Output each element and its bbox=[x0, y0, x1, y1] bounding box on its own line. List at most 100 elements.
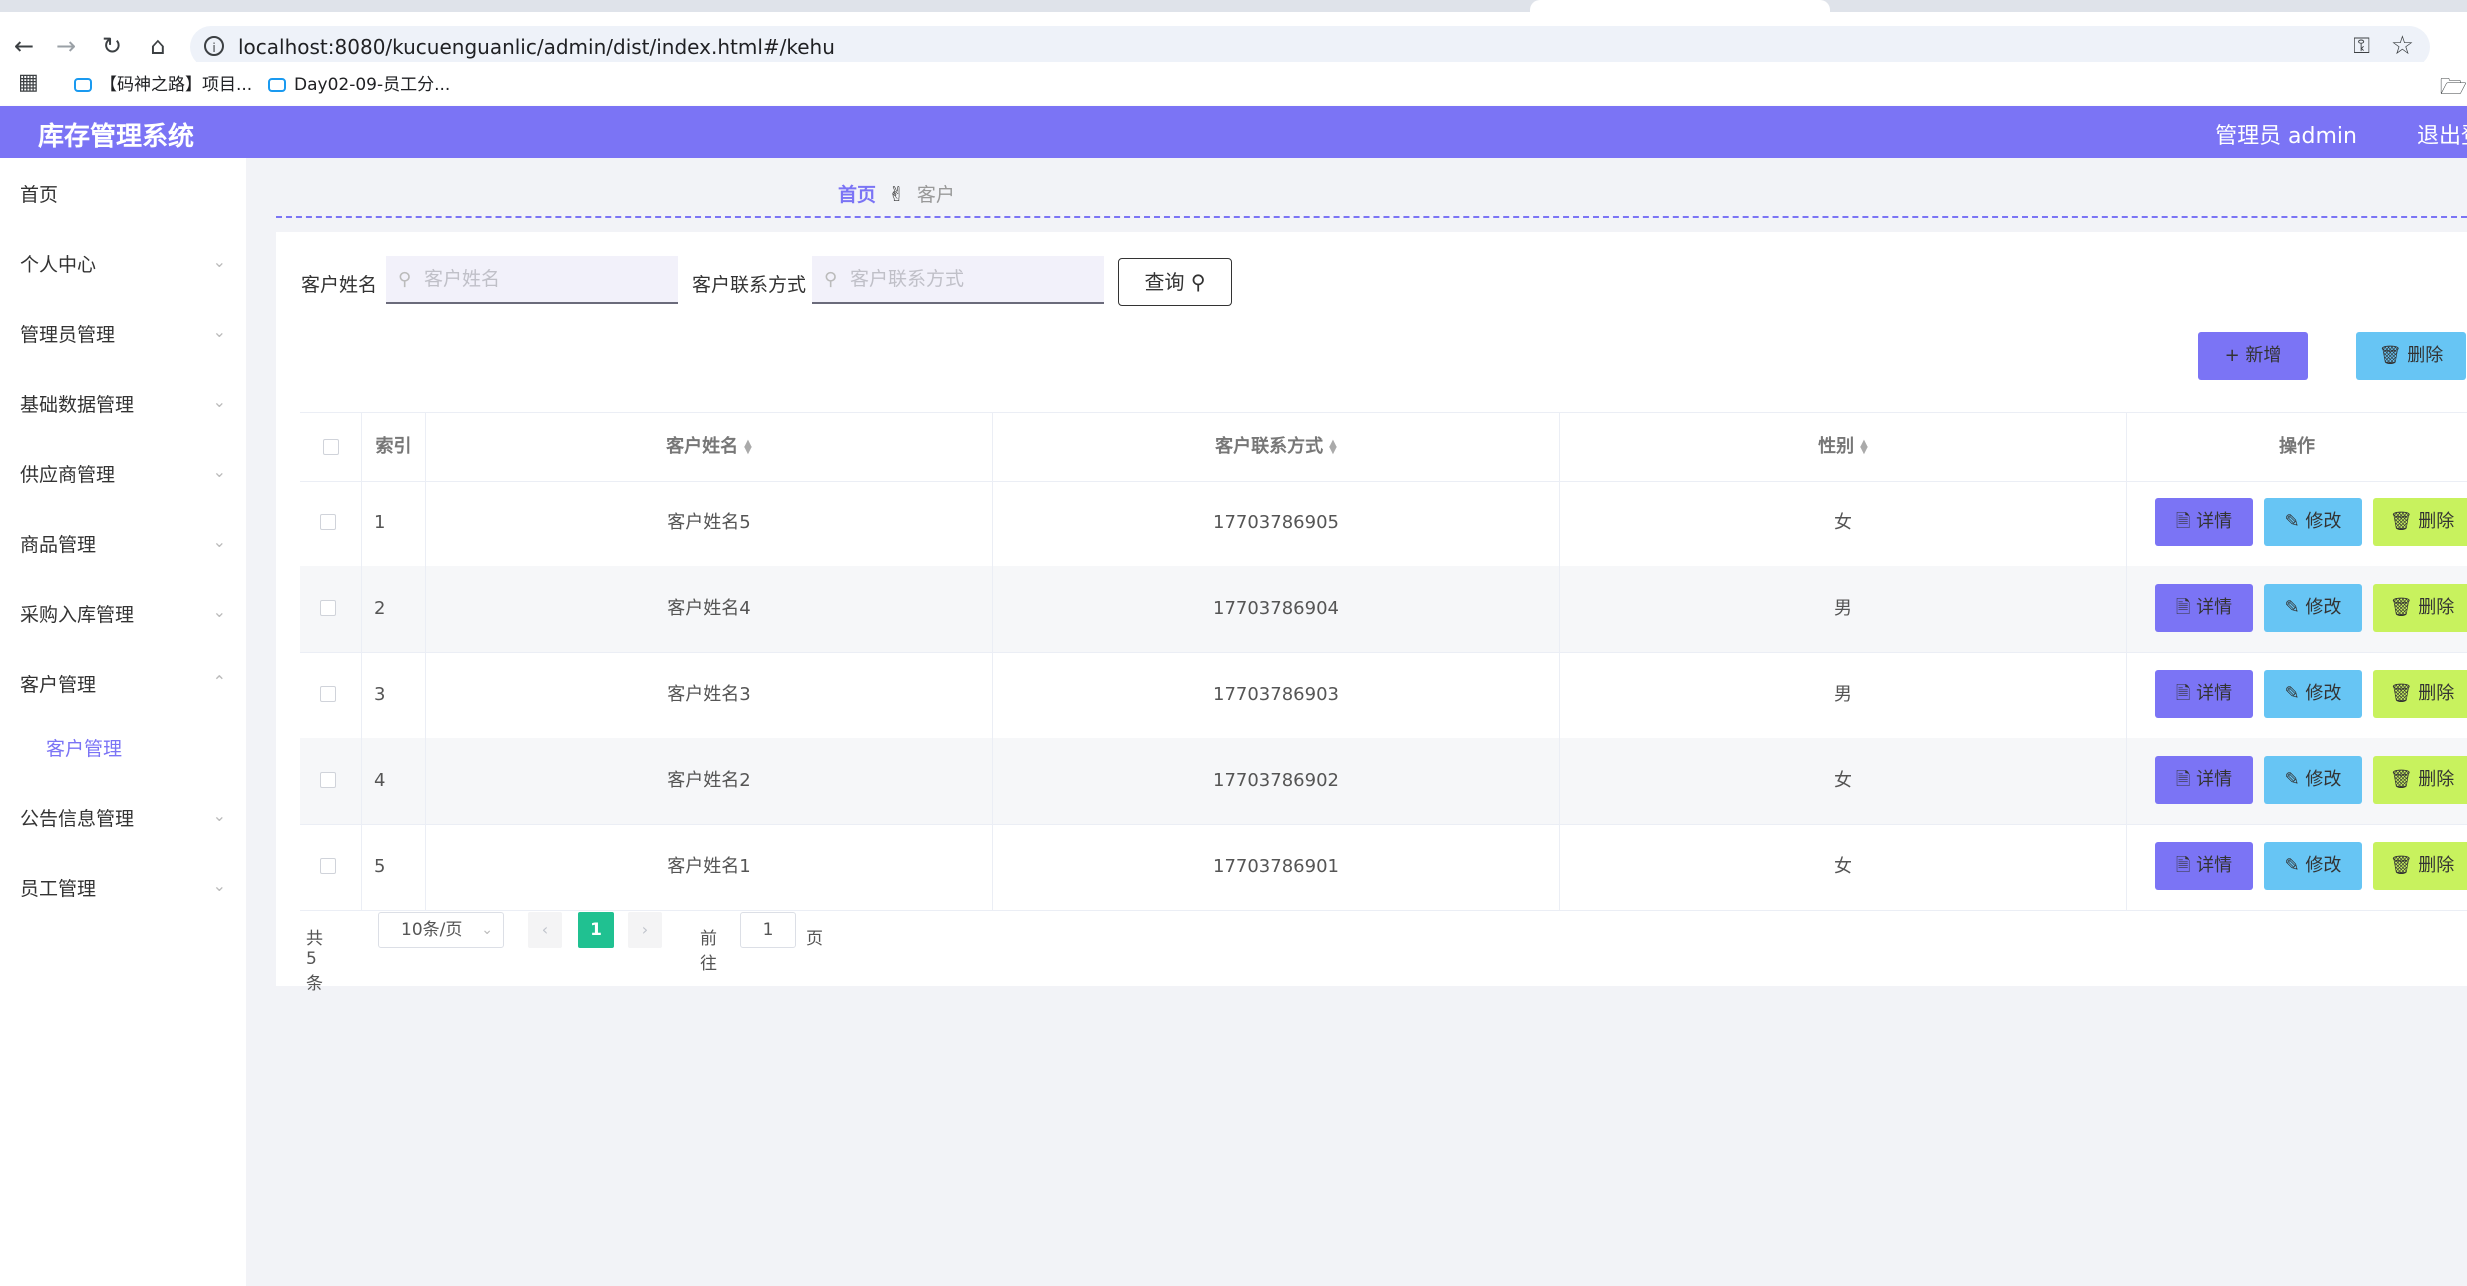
bookmark-item[interactable]: 【码神之路】项目... bbox=[74, 70, 252, 95]
sidebar-item-customer[interactable]: 客户管理 ⌃ bbox=[20, 670, 226, 697]
page-size-select[interactable]: 10条/页 ⌄ bbox=[378, 912, 504, 948]
sidebar-item-goods[interactable]: 商品管理 ⌄ bbox=[20, 530, 226, 557]
batch-delete-button[interactable]: 🗑 删除 bbox=[2356, 332, 2466, 380]
sidebar-item-label: 管理员管理 bbox=[20, 324, 116, 346]
row-phone: 17703786903 bbox=[993, 652, 1560, 738]
header-phone[interactable]: 客户联系方式 ▲ ▼ bbox=[993, 413, 1560, 481]
chevron-down-icon: ⌄ bbox=[212, 252, 226, 271]
add-button[interactable]: + 新增 bbox=[2198, 332, 2308, 380]
back-icon[interactable]: ← bbox=[12, 34, 36, 58]
edit-button[interactable]: ✎ 修改 bbox=[2264, 498, 2362, 546]
sidebar-item-supplier[interactable]: 供应商管理 ⌄ bbox=[20, 460, 226, 487]
hand-icon: ✌ bbox=[888, 182, 905, 206]
sidebar-item-staff[interactable]: 员工管理 ⌄ bbox=[20, 874, 226, 901]
header-name[interactable]: 客户姓名 ▲ ▼ bbox=[426, 413, 993, 481]
customer-phone-input[interactable] bbox=[812, 256, 1104, 304]
apps-grid-icon[interactable]: ▦ bbox=[18, 70, 39, 95]
bookmark-star-icon[interactable]: ☆ bbox=[2391, 31, 2414, 61]
detail-label: 详情 bbox=[2196, 855, 2233, 876]
page-suffix: 页 bbox=[806, 929, 823, 949]
sidebar-subitem-customer[interactable]: 客户管理 bbox=[46, 734, 122, 761]
row-checkbox[interactable] bbox=[320, 600, 336, 616]
table-header: 索引 客户姓名 ▲ ▼ 客户联系方式 ▲ ▼ 性别 ▲ ▼ 操作 bbox=[300, 412, 2467, 482]
delete-button[interactable]: 🗑 删除 bbox=[2373, 756, 2467, 804]
query-button[interactable]: 查询 ⚲ bbox=[1118, 258, 1232, 306]
pencil-icon: ✎ bbox=[2284, 855, 2300, 876]
sidebar-item-profile[interactable]: 个人中心 ⌄ bbox=[20, 250, 226, 277]
delete-button[interactable]: 🗑 删除 bbox=[2373, 670, 2467, 718]
row-checkbox[interactable] bbox=[320, 514, 336, 530]
goto-page-input[interactable]: 1 bbox=[740, 912, 796, 948]
address-url[interactable]: localhost:8080/kucuenguanlic/admin/dist/… bbox=[238, 35, 835, 59]
row-select-cell bbox=[300, 824, 362, 910]
bookmark-item[interactable]: Day02-09-员工分... bbox=[268, 70, 450, 95]
sidebar-item-basic-data[interactable]: 基础数据管理 ⌄ bbox=[20, 390, 226, 417]
detail-button[interactable]: 🗎 详情 bbox=[2155, 756, 2253, 804]
row-ops: 🗎 详情 ✎ 修改 🗑 删除 bbox=[2127, 738, 2467, 824]
sidebar: 首页 个人中心 ⌄ 管理员管理 ⌄ 基础数据管理 ⌄ 供应商管理 ⌄ 商品管理 ⌄ 采购入… bbox=[0, 158, 246, 1286]
current-user: 管理员 admin bbox=[2215, 124, 2357, 149]
document-icon: 🗎 bbox=[2175, 855, 2191, 876]
row-ops: 🗎 详情 ✎ 修改 🗑 删除 bbox=[2127, 480, 2467, 566]
sidebar-item-label: 个人中心 bbox=[20, 254, 97, 276]
detail-button[interactable]: 🗎 详情 bbox=[2155, 842, 2253, 890]
sort-icon[interactable]: ▲ ▼ bbox=[1860, 439, 1868, 456]
delete-button[interactable]: 🗑 删除 bbox=[2373, 584, 2467, 632]
header-gender-label: 性别 bbox=[1818, 436, 1855, 457]
sidebar-item-purchase[interactable]: 采购入库管理 ⌄ bbox=[20, 600, 226, 627]
bookmark-label: Day02-09-员工分... bbox=[294, 75, 451, 95]
detail-button[interactable]: 🗎 详情 bbox=[2155, 584, 2253, 632]
header-gender[interactable]: 性别 ▲ ▼ bbox=[1560, 413, 2127, 481]
sidebar-item-home[interactable]: 首页 bbox=[20, 180, 226, 207]
edit-button[interactable]: ✎ 修改 bbox=[2264, 670, 2362, 718]
search-icon: ⚲ bbox=[1190, 270, 1206, 294]
row-phone: 17703786902 bbox=[993, 738, 1560, 824]
sort-icon[interactable]: ▲ ▼ bbox=[744, 439, 752, 456]
browser-tab-strip bbox=[0, 0, 2467, 12]
edit-button[interactable]: ✎ 修改 bbox=[2264, 584, 2362, 632]
edit-button[interactable]: ✎ 修改 bbox=[2264, 756, 2362, 804]
row-index: 3 bbox=[362, 652, 426, 738]
delete-button[interactable]: 🗑 删除 bbox=[2373, 842, 2467, 890]
site-info-icon[interactable]: i bbox=[204, 36, 224, 56]
prev-page-button[interactable]: ‹ bbox=[528, 912, 562, 948]
edit-label: 修改 bbox=[2305, 511, 2342, 532]
sidebar-item-admin[interactable]: 管理员管理 ⌄ bbox=[20, 320, 226, 347]
breadcrumb-home[interactable]: 首页 bbox=[838, 184, 876, 206]
query-button-label: 查询 bbox=[1144, 270, 1185, 294]
reload-icon[interactable]: ↻ bbox=[100, 34, 124, 58]
detail-button[interactable]: 🗎 详情 bbox=[2155, 498, 2253, 546]
edit-label: 修改 bbox=[2305, 769, 2342, 790]
row-checkbox[interactable] bbox=[320, 772, 336, 788]
customer-name-input[interactable] bbox=[386, 256, 678, 304]
sort-icon[interactable]: ▲ ▼ bbox=[1329, 439, 1337, 456]
row-checkbox[interactable] bbox=[320, 686, 336, 702]
forward-icon[interactable]: → bbox=[54, 34, 78, 58]
content-panel: 客户姓名 ⚲ 客户联系方式 ⚲ 查询 ⚲ + 新增 🗑 删除 索引 客户姓名 ▲▼… bbox=[276, 232, 2467, 994]
row-name: 客户姓名3 bbox=[426, 652, 993, 738]
header-select-cell bbox=[300, 413, 362, 481]
row-checkbox[interactable] bbox=[320, 858, 336, 874]
sidebar-item-notice[interactable]: 公告信息管理 ⌄ bbox=[20, 804, 226, 831]
delete-label: 删除 bbox=[2418, 769, 2455, 790]
trash-icon: 🗑 bbox=[2389, 511, 2413, 532]
home-icon[interactable]: ⌂ bbox=[146, 34, 170, 58]
phone-label: 客户联系方式 bbox=[692, 274, 807, 296]
logout-link[interactable]: 退出登录 bbox=[2417, 118, 2467, 150]
folder-icon[interactable]: 🗁 bbox=[2440, 70, 2467, 108]
header-ops: 操作 bbox=[2279, 436, 2315, 457]
row-index: 2 bbox=[362, 566, 426, 652]
delete-button[interactable]: 🗑 删除 bbox=[2373, 498, 2467, 546]
page-number-current[interactable]: 1 bbox=[578, 912, 614, 948]
row-phone: 17703786901 bbox=[993, 824, 1560, 910]
next-page-button[interactable]: › bbox=[628, 912, 662, 948]
row-select-cell bbox=[300, 480, 362, 566]
trash-icon: 🗑 bbox=[2378, 345, 2402, 366]
browser-active-tab[interactable] bbox=[1530, 0, 1830, 12]
detail-button[interactable]: 🗎 详情 bbox=[2155, 670, 2253, 718]
select-all-checkbox[interactable] bbox=[323, 439, 339, 455]
bookmarks-bar: 【码神之路】项目... Day02-09-员工分... bbox=[0, 62, 2467, 102]
password-key-icon[interactable]: ⚿ bbox=[2353, 34, 2370, 59]
table-row: 1 客户姓名5 17703786905 女 🗎 详情 ✎ 修改 🗑 删除 bbox=[300, 480, 2467, 567]
edit-button[interactable]: ✎ 修改 bbox=[2264, 842, 2362, 890]
